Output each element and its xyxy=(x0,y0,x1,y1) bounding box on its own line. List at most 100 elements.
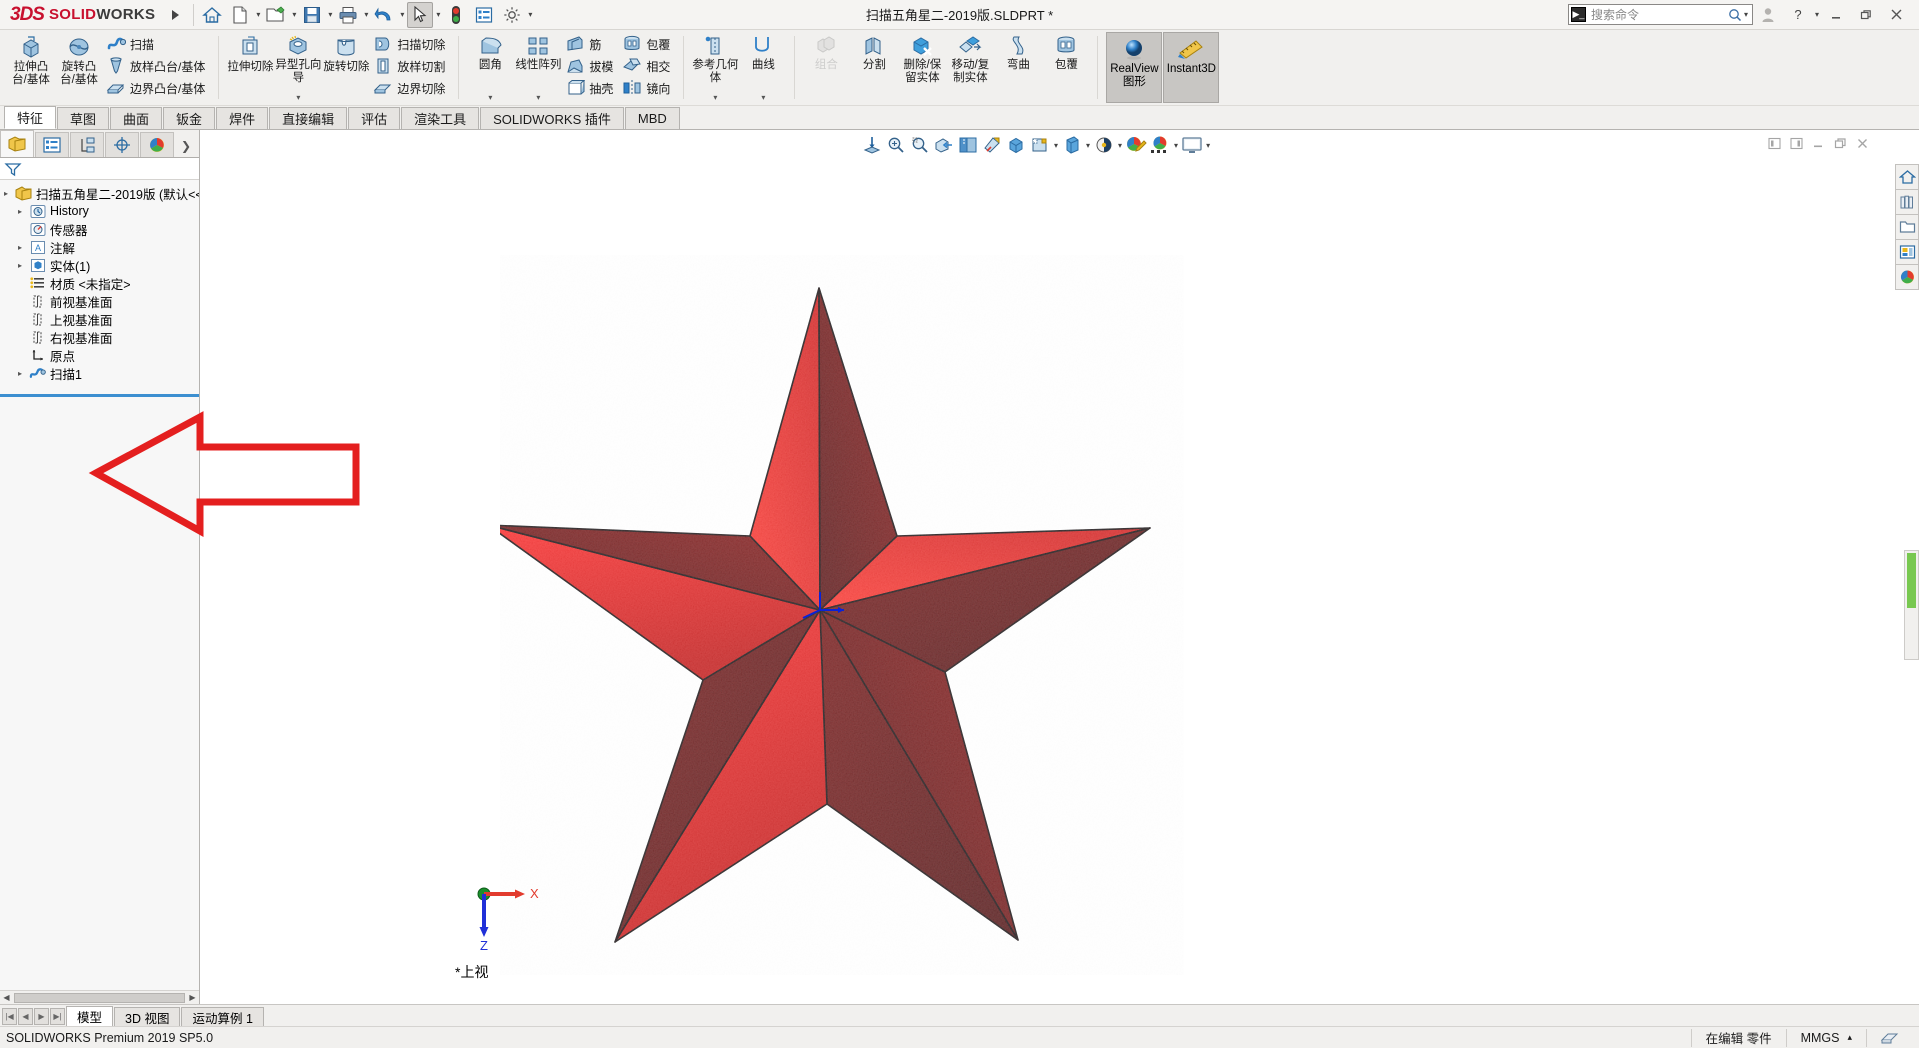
select-dropdown[interactable]: ▾ xyxy=(436,10,440,19)
tree-item-annotations[interactable]: ▸ A 注解 xyxy=(0,238,199,256)
tree-root-item[interactable]: ▸ 扫描五角星二-2019版 (默认<<默认>_显 xyxy=(0,184,199,202)
boundary-cut-button[interactable]: 边界切除 xyxy=(370,77,451,99)
menu-expand-button[interactable] xyxy=(162,2,188,28)
expand-toggle-icon[interactable]: ▸ xyxy=(4,189,15,198)
tree-item-origin[interactable]: 原点 xyxy=(0,346,199,364)
document-close-button[interactable] xyxy=(1851,133,1873,153)
units-icon[interactable] xyxy=(1866,1028,1913,1047)
view-cube-icon[interactable] xyxy=(1004,133,1028,157)
tree-item-sweep1[interactable]: ▸ 扫描1 xyxy=(0,364,199,382)
tree-filter-row[interactable] xyxy=(0,158,199,180)
tab-render-tools[interactable]: 渲染工具 xyxy=(401,107,480,129)
tree-horizontal-scrollbar[interactable]: ◀ ▶ xyxy=(0,990,199,1004)
tree-item-sensors[interactable]: 传感器 xyxy=(0,220,199,238)
curves-button[interactable]: 曲线 ▾ xyxy=(739,30,787,105)
flex-button[interactable]: 弯曲 xyxy=(994,30,1042,105)
home-icon[interactable] xyxy=(199,2,225,28)
tab-sketch[interactable]: 草图 xyxy=(57,107,110,129)
tree-item-top-plane[interactable]: 上视基准面 xyxy=(0,310,199,328)
configuration-manager-tab[interactable] xyxy=(70,132,104,157)
star-model[interactable] xyxy=(500,240,1600,1004)
minimize-button[interactable] xyxy=(1821,3,1851,27)
wrap-body-button[interactable]: 包覆 xyxy=(1042,30,1090,105)
tab-direct-editing[interactable]: 直接编辑 xyxy=(269,107,348,129)
view-palette-icon[interactable] xyxy=(1895,239,1919,265)
display-manager-tab[interactable] xyxy=(140,132,174,157)
feature-manager-tab[interactable] xyxy=(0,130,34,157)
scrollbar-thumb[interactable] xyxy=(14,992,185,1003)
prev-tab-button[interactable]: ◀ xyxy=(18,1007,33,1025)
document-minimize-button[interactable] xyxy=(1807,133,1829,153)
split-button[interactable]: 分割 xyxy=(850,30,898,105)
bottom-tab-model[interactable]: 模型 xyxy=(66,1006,114,1026)
save-icon[interactable] xyxy=(299,2,325,28)
display-state-icon[interactable] xyxy=(1060,133,1084,157)
intersect-button[interactable]: 相交 xyxy=(619,55,676,77)
select-arrow-icon[interactable] xyxy=(407,1,434,28)
hole-wizard-button[interactable]: 异型孔向导 ▾ xyxy=(274,30,322,105)
tree-item-front-plane[interactable]: 前视基准面 xyxy=(0,292,199,310)
bottom-tab-3dviews[interactable]: 3D 视图 xyxy=(114,1007,181,1026)
last-tab-button[interactable]: ▶| xyxy=(50,1007,65,1025)
tab-evaluate[interactable]: 评估 xyxy=(348,107,401,129)
extrude-cut-button[interactable]: 拉伸切除 xyxy=(226,30,274,105)
sweep-cut-button[interactable]: 扫描切除 xyxy=(370,33,451,55)
loft-boss-button[interactable]: 放样凸台/基体 xyxy=(103,55,211,77)
expand-toggle-icon[interactable]: ▸ xyxy=(18,369,29,378)
undo-icon[interactable] xyxy=(371,2,397,28)
document-restore-button[interactable] xyxy=(1829,133,1851,153)
expand-toggle-icon[interactable]: ▸ xyxy=(18,261,29,270)
options-gear-icon[interactable] xyxy=(499,2,525,28)
mirror-button[interactable]: 镜向 xyxy=(619,77,676,99)
edit-appearance-icon[interactable] xyxy=(1092,133,1116,157)
tab-solidworks-addins[interactable]: SOLIDWORKS 插件 xyxy=(480,107,624,129)
pin-left-button[interactable] xyxy=(1763,133,1785,153)
wrap-button[interactable]: 包覆 xyxy=(619,33,676,55)
pin-right-button[interactable] xyxy=(1785,133,1807,153)
expand-toggle-icon[interactable]: ▸ xyxy=(18,207,29,216)
view-orientation-icon[interactable] xyxy=(956,133,980,157)
file-explorer-icon[interactable] xyxy=(1895,214,1919,240)
hide-show-dropdown[interactable]: ▾ xyxy=(1054,141,1058,150)
tree-item-solid-bodies[interactable]: ▸ 实体(1) xyxy=(0,256,199,274)
open-folder-icon[interactable] xyxy=(263,2,289,28)
restore-button[interactable] xyxy=(1851,3,1881,27)
tab-features[interactable]: 特征 xyxy=(4,106,57,129)
print-icon[interactable] xyxy=(335,2,361,28)
print-dropdown[interactable]: ▾ xyxy=(364,10,368,19)
tree-item-material[interactable]: 材质 <未指定> xyxy=(0,274,199,292)
curves-dropdown[interactable]: ▾ xyxy=(761,93,765,104)
tree-item-right-plane[interactable]: 右视基准面 xyxy=(0,328,199,346)
dimxpert-manager-tab[interactable] xyxy=(105,132,139,157)
boundary-boss-button[interactable]: 边界凸台/基体 xyxy=(103,77,211,99)
next-tab-button[interactable]: ▶ xyxy=(34,1007,49,1025)
draft-button[interactable]: 拔模 xyxy=(562,55,619,77)
expand-toggle-icon[interactable]: ▸ xyxy=(18,243,29,252)
loft-cut-button[interactable]: 放样切割 xyxy=(370,55,451,77)
scene-dropdown[interactable]: ▾ xyxy=(1174,141,1178,150)
linear-pattern-button[interactable]: 线性阵列 ▾ xyxy=(514,30,562,105)
bottom-tab-motion-study[interactable]: 运动算例 1 xyxy=(181,1007,264,1026)
zoom-to-area-icon[interactable] xyxy=(884,133,908,157)
reference-geometry-dropdown[interactable]: ▾ xyxy=(713,93,717,104)
design-library-icon[interactable] xyxy=(1895,189,1919,215)
units-caret-icon[interactable]: ▴ xyxy=(1847,1032,1852,1043)
new-document-dropdown[interactable]: ▾ xyxy=(256,10,260,19)
revolve-cut-button[interactable]: 旋转切除 xyxy=(322,30,370,105)
linear-pattern-dropdown[interactable]: ▾ xyxy=(536,93,540,104)
close-button[interactable] xyxy=(1881,3,1911,27)
fillet-button[interactable]: 圆角 ▾ xyxy=(466,30,514,105)
display-style-icon[interactable] xyxy=(980,133,1004,157)
instant3d-toggle[interactable]: Instant3D xyxy=(1163,32,1220,103)
realview-graphics-toggle[interactable]: RealView 图形 xyxy=(1106,32,1163,103)
fillet-dropdown[interactable]: ▾ xyxy=(488,93,492,104)
tab-mbd[interactable]: MBD xyxy=(624,107,680,129)
search-icon[interactable] xyxy=(1728,8,1742,22)
help-button[interactable]: ? xyxy=(1783,3,1813,27)
first-tab-button[interactable]: |◀ xyxy=(2,1007,17,1025)
view-settings-icon[interactable] xyxy=(1180,133,1204,157)
new-document-icon[interactable] xyxy=(227,2,253,28)
rebuild-icon[interactable] xyxy=(443,2,469,28)
section-view-icon[interactable] xyxy=(932,133,956,157)
search-dropdown[interactable]: ▾ xyxy=(1744,10,1748,19)
